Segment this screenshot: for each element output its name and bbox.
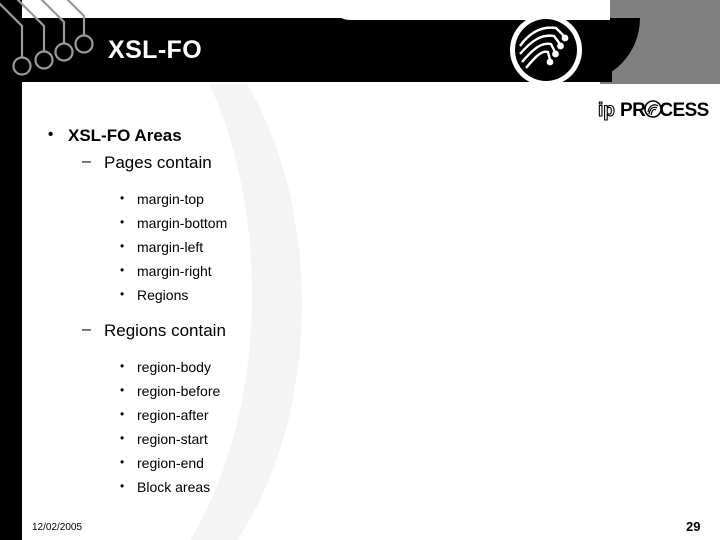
list-item: – Regions contain (0, 321, 660, 349)
bullet-marker: • (120, 383, 125, 397)
list-item: • margin-left (0, 239, 660, 263)
slide: XSL-FO ip PROCESS • XSL-FO Areas – Pages… (0, 0, 720, 540)
logo-spiral-icon (644, 100, 662, 118)
page-title: XSL-FO (108, 36, 203, 64)
list-item: • region-before (0, 383, 660, 407)
logo-prefix-ip: ip (598, 100, 615, 121)
list-item-label: Block areas (137, 479, 211, 495)
list-item: – Pages contain (0, 153, 660, 181)
circuit-badge-icon (510, 14, 582, 86)
bullet-marker: • (120, 431, 125, 445)
logo-main-process: PROCESS (620, 100, 709, 121)
list-item-label: region-body (137, 359, 211, 375)
list-item: • Block areas (0, 479, 660, 503)
logo-wordmark: ip PROCESS (597, 97, 716, 121)
list-item-label: region-before (137, 383, 221, 399)
bullet-marker: • (120, 215, 125, 229)
list-item: • region-end (0, 455, 660, 479)
list-item: • region-body (0, 359, 660, 383)
footer-date: 12/02/2005 (32, 522, 83, 533)
list-item-label: Regions contain (104, 321, 226, 340)
list-item-label: region-start (137, 431, 208, 447)
logo-wordmark-svg: ip PROCESS (597, 99, 709, 121)
bullet-marker: • (120, 239, 125, 253)
bullet-marker: – (82, 153, 91, 170)
bullet-list: • XSL-FO Areas – Pages contain • margin-… (0, 126, 660, 503)
list-item: • region-after (0, 407, 660, 431)
list-item-label: margin-top (137, 191, 204, 207)
bullet-marker: • (120, 191, 125, 205)
list-item-label: region-after (137, 407, 209, 423)
bullet-marker: • (48, 126, 54, 143)
bullet-marker: • (120, 287, 125, 301)
bullet-marker: • (120, 359, 125, 373)
list-item-label: XSL-FO Areas (68, 126, 182, 145)
bullet-marker: • (120, 455, 125, 469)
footer-page-number: 29 (686, 519, 701, 534)
list-item-label: margin-right (137, 263, 212, 279)
bullet-marker: • (120, 263, 125, 277)
list-item-label: Pages contain (104, 153, 212, 172)
list-item: • margin-top (0, 191, 660, 215)
list-item: • margin-right (0, 263, 660, 287)
bullet-marker: • (120, 407, 125, 421)
list-item-label: margin-left (137, 239, 204, 255)
list-item: • margin-bottom (0, 215, 660, 239)
list-item: • Regions (0, 287, 660, 311)
list-item: • XSL-FO Areas (0, 126, 660, 153)
bullet-marker: • (120, 479, 125, 493)
bullet-marker: – (82, 321, 91, 338)
list-item: • region-start (0, 431, 660, 455)
list-item-label: region-end (137, 455, 204, 471)
list-item-label: margin-bottom (137, 215, 228, 231)
list-item-label: Regions (137, 287, 189, 303)
circuit-traces-icon (0, 0, 94, 76)
